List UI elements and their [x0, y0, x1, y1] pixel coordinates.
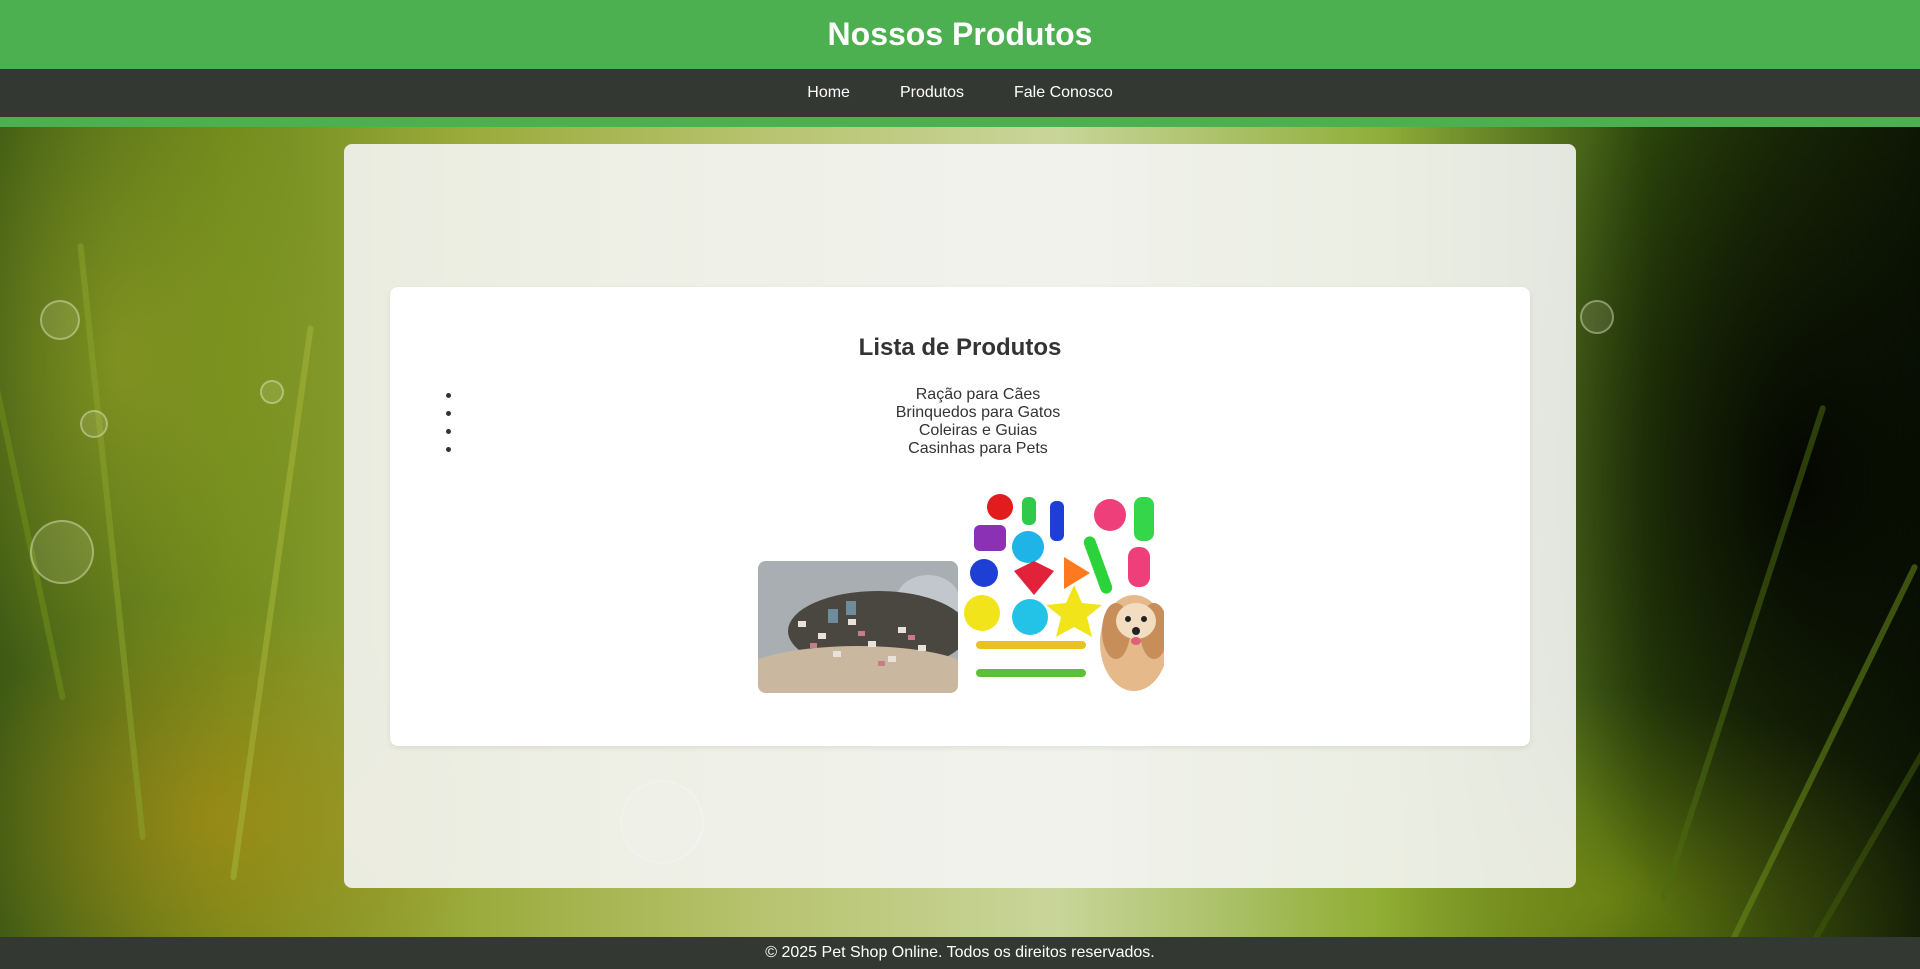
nav-link-home[interactable]: Home	[807, 84, 850, 102]
product-images	[758, 493, 1178, 693]
list-item: Coleiras e Guias	[446, 422, 1490, 440]
pet-toys-dog-image	[964, 493, 1164, 693]
list-item: Casinhas para Pets	[446, 440, 1490, 458]
footer-copyright: © 2025 Pet Shop Online. Todos os direito…	[765, 944, 1155, 961]
list-item: Brinquedos para Gatos	[446, 404, 1490, 422]
pet-food-image	[758, 561, 958, 693]
page-title: Nossos Produtos	[827, 16, 1093, 52]
site-header: Nossos Produtos	[0, 0, 1920, 69]
list-item: Ração para Cães	[446, 386, 1490, 404]
nav-link-produtos[interactable]: Produtos	[900, 84, 964, 102]
content-panel: Lista de Produtos Ração para Cães Brinqu…	[344, 144, 1576, 888]
main-nav: Home Produtos Fale Conosco	[0, 69, 1920, 117]
site-footer: © 2025 Pet Shop Online. Todos os direito…	[0, 937, 1920, 969]
product-list-heading: Lista de Produtos	[858, 334, 1062, 361]
nav-link-fale-conosco[interactable]: Fale Conosco	[1014, 84, 1113, 102]
nav-divider	[0, 117, 1920, 127]
product-list: Ração para Cães Brinquedos para Gatos Co…	[446, 386, 1490, 458]
product-card: Lista de Produtos Ração para Cães Brinqu…	[390, 287, 1530, 746]
